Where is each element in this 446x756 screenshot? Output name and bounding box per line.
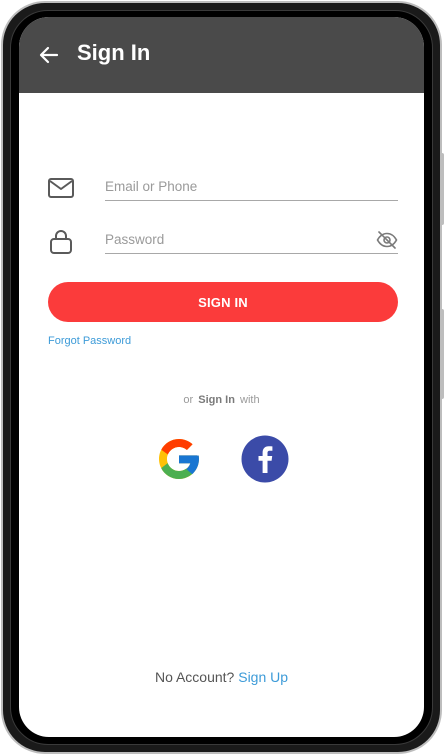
app-bar: Sign In bbox=[19, 17, 424, 93]
eye-off-icon[interactable] bbox=[376, 231, 398, 249]
forgot-password-link[interactable]: Forgot Password bbox=[48, 335, 131, 347]
mail-icon bbox=[47, 175, 75, 201]
arrow-left-icon bbox=[39, 46, 59, 64]
sign-in-with-strong: Sign In bbox=[198, 394, 235, 406]
sign-up-prompt: No Account? Sign Up bbox=[19, 669, 424, 685]
email-row bbox=[47, 169, 398, 209]
password-field[interactable] bbox=[105, 226, 398, 254]
with-text: with bbox=[240, 394, 260, 406]
page-title: Sign In bbox=[77, 40, 151, 65]
sign-in-button[interactable]: SIGN IN bbox=[48, 282, 398, 322]
power-button bbox=[440, 309, 444, 399]
or-text: or bbox=[183, 394, 194, 406]
no-account-text: No Account? bbox=[154, 669, 235, 685]
screen: Sign In SIGN IN Forgot Pas bbox=[19, 17, 424, 737]
social-divider-text: or Sign In with bbox=[19, 394, 424, 406]
facebook-sign-in-button[interactable] bbox=[241, 435, 289, 483]
sign-up-link[interactable]: Sign Up bbox=[238, 669, 288, 685]
email-field[interactable] bbox=[105, 173, 398, 201]
facebook-icon bbox=[241, 435, 289, 483]
password-row bbox=[47, 222, 398, 262]
google-icon bbox=[159, 439, 199, 479]
google-sign-in-button[interactable] bbox=[155, 435, 203, 483]
volume-button bbox=[440, 153, 444, 225]
back-button[interactable] bbox=[37, 43, 61, 67]
lock-icon bbox=[47, 228, 75, 254]
